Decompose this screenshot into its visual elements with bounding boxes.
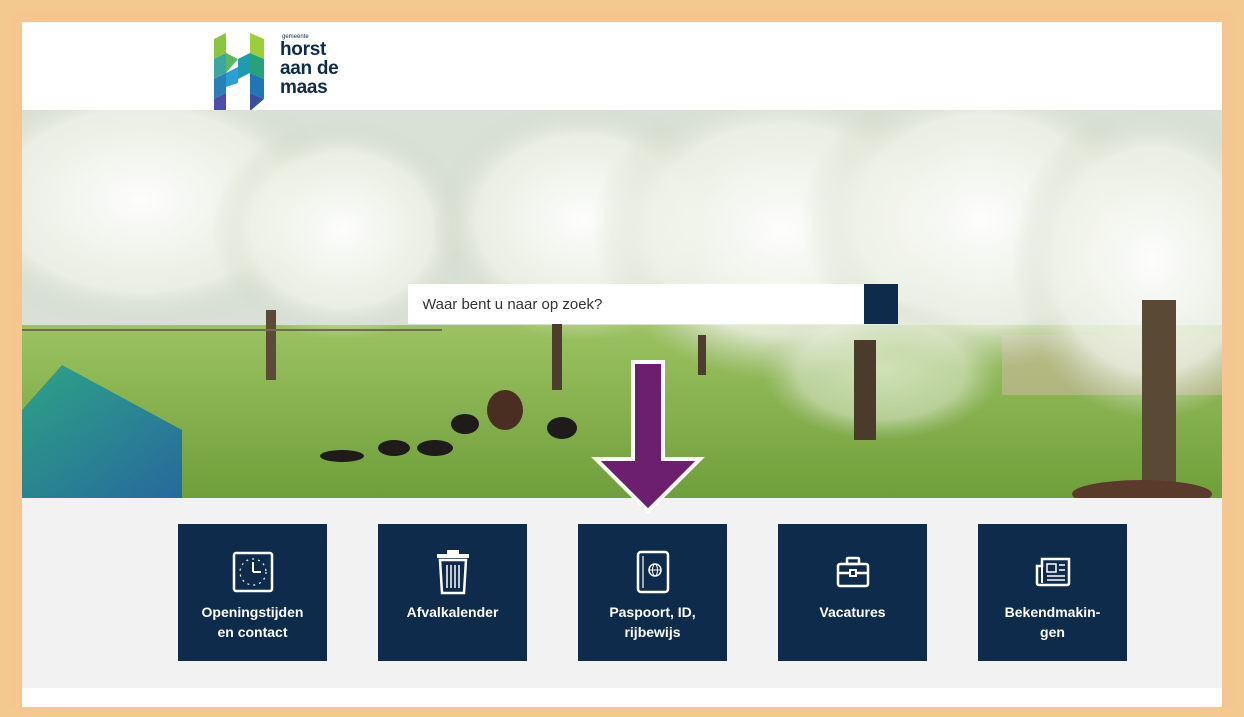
passport-icon	[636, 550, 669, 594]
tile-paspoort[interactable]: Paspoort, ID, rijbewijs	[578, 524, 727, 661]
logo-line-2: aan de	[280, 58, 339, 79]
tile-label: Openingstijden en contact	[201, 604, 304, 640]
clock-icon	[232, 551, 273, 593]
trash-bin-icon	[436, 550, 469, 595]
logo-line-3: maas	[280, 77, 328, 98]
website-page: gemeente horst aan de maas Waar bent u n…	[22, 22, 1222, 707]
tile-bekendmakingen[interactable]: Bekendmakin- gen	[978, 524, 1127, 661]
tile-label: Vacatures	[819, 604, 886, 620]
newspaper-icon	[1035, 557, 1070, 587]
logo-line-1: horst	[280, 39, 327, 60]
annotation-arrow-down-icon	[591, 360, 705, 514]
tile-afvalkalender[interactable]: Afvalkalender	[378, 524, 527, 661]
tile-openingstijden[interactable]: Openingstijden en contact	[178, 524, 327, 661]
horst-aan-de-maas-logo[interactable]	[214, 31, 274, 117]
briefcase-icon	[836, 556, 869, 588]
logo-wordmark: gemeente horst aan de maas	[280, 34, 339, 98]
search-input[interactable]	[408, 284, 864, 324]
search-icon	[408, 284, 428, 304]
site-header: gemeente horst aan de maas	[22, 22, 1222, 117]
tile-label: Afvalkalender	[406, 604, 499, 620]
quick-links-section: Openingstijden en contact Afvalkalender	[22, 498, 1222, 688]
tile-vacatures[interactable]: Vacatures	[778, 524, 927, 661]
search-button[interactable]	[408, 284, 898, 324]
tile-label: Bekendmakin- gen	[1004, 604, 1101, 640]
tile-label: Paspoort, ID, rijbewijs	[609, 604, 696, 640]
search-bar	[408, 284, 898, 324]
